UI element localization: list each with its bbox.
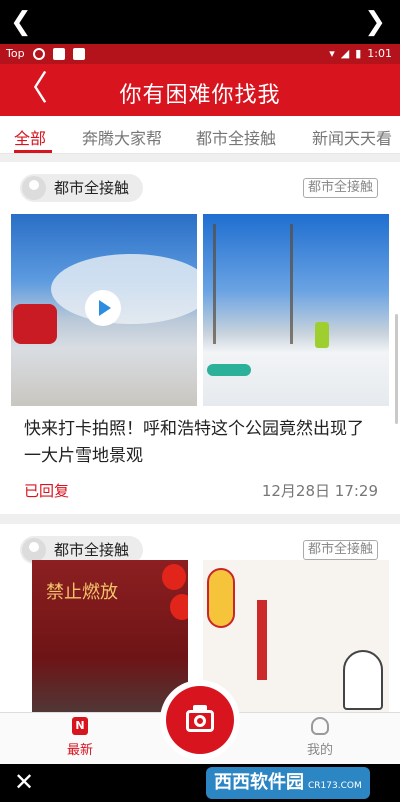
status-bar: Top ▾ ◢ ▮ 1:01 xyxy=(0,44,400,64)
close-icon[interactable]: ✕ xyxy=(14,768,34,796)
tab-benteng-help[interactable]: 奔腾大家帮 xyxy=(82,125,162,149)
post-image[interactable] xyxy=(203,214,389,406)
post-video-thumbnail[interactable] xyxy=(11,214,197,406)
tab-mine[interactable]: 我的 xyxy=(296,717,344,758)
post-headline[interactable]: 快来打卡拍照！呼和浩特这个公园竟然出现了一大片雪地景观 xyxy=(24,416,380,470)
no-fireworks-sign-icon xyxy=(207,568,235,628)
camera-icon xyxy=(166,686,234,754)
sync-icon xyxy=(32,47,45,60)
cartoon-figure-icon xyxy=(343,650,383,710)
tab-all[interactable]: 全部 xyxy=(14,125,46,149)
category-tag: 都市全接触 xyxy=(302,540,378,560)
news-icon: N xyxy=(72,717,88,735)
trees-shape xyxy=(213,224,293,344)
post-card[interactable]: 都市全接触 都市全接触 快来打卡拍照！呼和浩特这个公园竟然出现了一大片雪地景观 … xyxy=(0,162,400,514)
gallery-bottom-strip: ✕ 西西软件园 CR173.COM xyxy=(0,764,400,802)
app-notification-label: Top xyxy=(6,47,25,60)
status-badge: 已回复 xyxy=(24,482,70,500)
battery-icon: ▮ xyxy=(355,47,362,60)
avatar xyxy=(22,538,46,562)
user-icon xyxy=(311,717,329,735)
prev-arrow-icon[interactable]: ❮ xyxy=(10,6,32,38)
category-tabs: 全部 奔腾大家帮 都市全接触 新闻天天看 xyxy=(0,116,400,154)
lantern-icon xyxy=(170,594,188,620)
active-tab-indicator xyxy=(14,150,52,153)
post-source-name: 都市全接触 xyxy=(54,179,130,197)
post-feed[interactable]: 都市全接触 都市全接触 快来打卡拍照！呼和浩特这个公园竟然出现了一大片雪地景观 … xyxy=(0,154,400,712)
site-watermark-logo: 西西软件园 CR173.COM xyxy=(206,767,370,799)
tab-latest[interactable]: N 最新 xyxy=(56,717,104,758)
avatar xyxy=(22,176,46,200)
camera-button[interactable] xyxy=(160,680,240,760)
notification-icon xyxy=(52,47,65,60)
tab-latest-label: 最新 xyxy=(66,743,93,758)
page-title: 你有困难你找我 xyxy=(119,83,281,108)
lantern-icon xyxy=(162,564,186,590)
image-caption: 禁止燃放 xyxy=(46,582,118,603)
person-shape xyxy=(315,322,329,348)
post-source-name: 都市全接触 xyxy=(54,541,130,559)
post-image[interactable] xyxy=(203,560,389,712)
snow-machine-shape xyxy=(13,304,57,344)
next-arrow-icon[interactable]: ❯ xyxy=(364,6,386,38)
gallery-nav-strip: ❮ ❯ xyxy=(0,0,400,44)
category-tag: 都市全接触 xyxy=(302,178,378,198)
signal-icon: ◢ xyxy=(340,47,350,60)
snow-spray-shape xyxy=(51,254,197,324)
tab-urban-contact[interactable]: 都市全接触 xyxy=(196,125,276,149)
app-header: 〈 你有困难你找我 xyxy=(0,64,400,116)
image-notification-icon xyxy=(72,47,85,60)
play-icon[interactable] xyxy=(85,290,121,326)
post-timestamp: 12月28日 17:29 xyxy=(261,482,378,500)
post-source-pill[interactable]: 都市全接触 xyxy=(20,174,144,202)
wifi-icon: ▾ xyxy=(329,47,335,60)
clock-time: 1:01 xyxy=(367,47,392,60)
tab-mine-label: 我的 xyxy=(306,743,333,758)
sled-shape xyxy=(207,364,251,376)
tab-daily-news[interactable]: 新闻天天看 xyxy=(312,125,392,149)
feed-scrollbar[interactable] xyxy=(395,314,398,424)
firecracker-icon xyxy=(257,600,267,680)
post-image[interactable]: 禁止燃放 xyxy=(32,560,188,712)
